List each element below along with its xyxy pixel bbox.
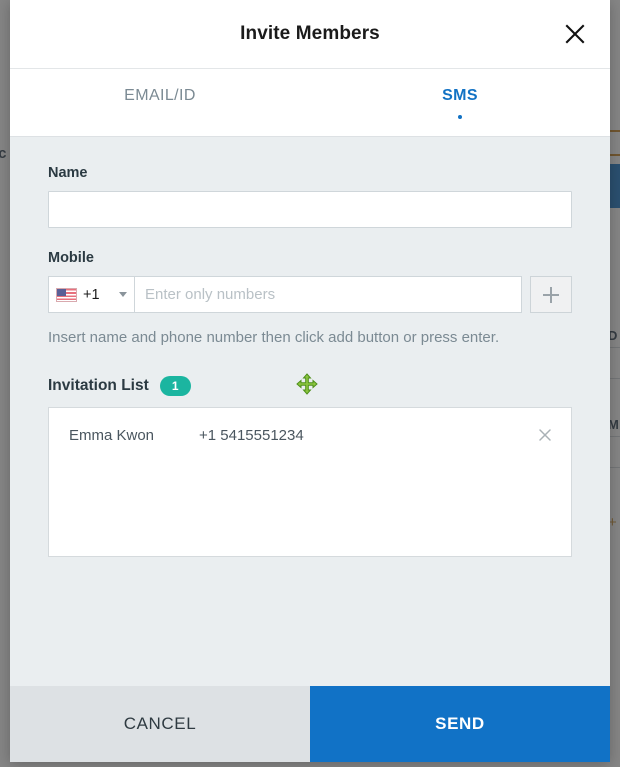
cancel-button[interactable]: CANCEL xyxy=(10,686,310,762)
tab-email-id-label: EMAIL/ID xyxy=(124,86,196,104)
tab-sms-label: SMS xyxy=(442,86,478,104)
remove-invitee-button[interactable] xyxy=(535,425,555,445)
list-item[interactable]: Emma Kwon +1 5415551234 xyxy=(49,422,571,448)
dialog-title: Invite Members xyxy=(240,23,380,44)
country-code-label: +1 xyxy=(83,286,100,303)
mobile-input-row: +1 xyxy=(48,276,572,313)
mobile-number-input[interactable] xyxy=(134,276,522,313)
invitation-count-badge: 1 xyxy=(159,376,191,397)
close-icon xyxy=(537,427,553,443)
dialog-body: Name Mobile +1 Insert name and phone num… xyxy=(10,137,610,686)
invitee-phone: +1 5415551234 xyxy=(199,426,304,444)
country-code-select[interactable]: +1 xyxy=(48,276,134,313)
input-hint-text: Insert name and phone number then click … xyxy=(48,329,500,346)
add-invitee-button[interactable] xyxy=(530,276,572,313)
tab-email-id[interactable]: EMAIL/ID xyxy=(10,69,310,136)
mobile-field-label: Mobile xyxy=(48,250,94,266)
dialog-footer: CANCEL SEND xyxy=(10,686,610,762)
close-dialog-button[interactable] xyxy=(558,17,592,51)
invitation-list-title: Invitation List xyxy=(48,377,149,395)
chevron-down-icon xyxy=(119,292,127,297)
dialog-header: Invite Members xyxy=(10,0,610,69)
invitee-name: Emma Kwon xyxy=(69,426,155,444)
plus-icon xyxy=(542,286,560,304)
name-input[interactable] xyxy=(48,191,572,228)
name-field-label: Name xyxy=(48,165,88,181)
tab-active-dot xyxy=(458,114,462,119)
send-button[interactable]: SEND xyxy=(310,686,610,762)
tab-sms[interactable]: SMS xyxy=(310,69,610,136)
close-icon xyxy=(564,23,586,45)
us-flag-icon xyxy=(56,287,77,302)
invite-method-tabs: EMAIL/ID SMS xyxy=(10,69,610,137)
invite-members-dialog: Invite Members EMAIL/ID SMS Name Mobile xyxy=(10,0,610,762)
invitation-list-header: Invitation List 1 xyxy=(48,376,572,397)
invitation-list-box: Emma Kwon +1 5415551234 xyxy=(48,407,572,558)
